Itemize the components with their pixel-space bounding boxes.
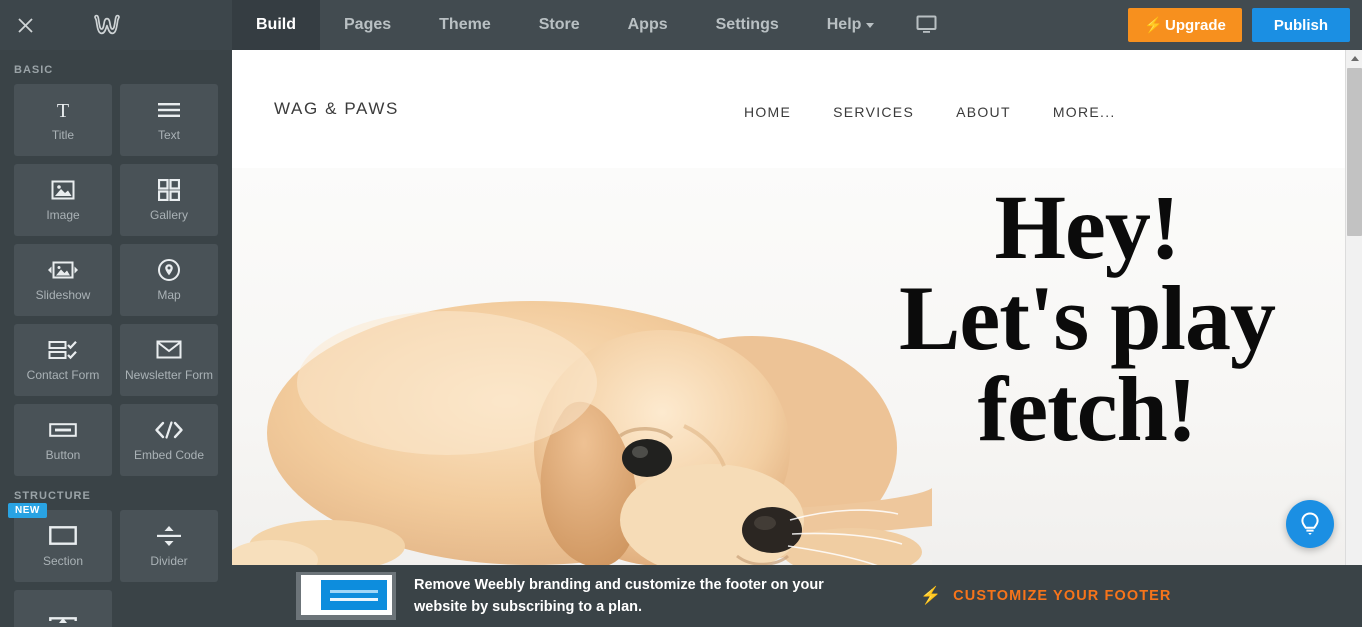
sidebar-item-contact-form-label: Contact Form xyxy=(26,367,100,382)
hero-heading-line-3: fetch! xyxy=(977,358,1198,461)
tab-build[interactable]: Build xyxy=(232,0,320,50)
upgrade-button[interactable]: ⚡ Upgrade xyxy=(1128,8,1242,42)
sidebar-item-title[interactable]: T Title xyxy=(14,84,112,156)
sidebar-item-divider[interactable]: Divider xyxy=(120,510,218,582)
topbar-actions: ⚡ Upgrade Publish xyxy=(1128,0,1362,50)
desktop-monitor-icon xyxy=(916,15,937,33)
sidebar-item-image[interactable]: Image xyxy=(14,164,112,236)
status-badge-new: NEW xyxy=(8,503,47,518)
main-tabs: Build Pages Theme Store Apps Settings He… xyxy=(232,0,958,50)
tab-store[interactable]: Store xyxy=(515,0,604,50)
tab-theme[interactable]: Theme xyxy=(415,0,515,50)
title-T-icon: T xyxy=(52,98,74,122)
spacer-icon xyxy=(49,614,77,627)
sidebar-item-partial[interactable] xyxy=(14,590,112,627)
sidebar-item-section-label: Section xyxy=(42,553,84,568)
sidebar-item-gallery-label: Gallery xyxy=(149,207,188,222)
text-lines-icon xyxy=(157,98,181,122)
site-nav: HOME SERVICES ABOUT MORE... xyxy=(744,98,1116,120)
envelope-icon xyxy=(156,338,182,362)
topbar-left-group xyxy=(0,0,232,50)
tab-help-label: Help xyxy=(826,16,862,33)
tab-apps-label: Apps xyxy=(627,16,668,33)
contact-form-icon xyxy=(48,338,78,362)
divider-arrows-icon xyxy=(156,524,182,548)
sidebar-item-image-label: Image xyxy=(46,207,80,222)
tab-store-label: Store xyxy=(538,16,580,33)
site-logo[interactable]: WAG & PAWS xyxy=(274,99,399,119)
scroll-up-arrow-icon[interactable] xyxy=(1346,50,1362,67)
elements-sidebar[interactable]: BASIC T Title Text Image Gallery Slidesh… xyxy=(0,50,232,627)
svg-text:T: T xyxy=(57,100,69,121)
customize-footer-link[interactable]: ⚡ CUSTOMIZE YOUR FOOTER xyxy=(920,586,1172,606)
sidebar-item-map-label: Map xyxy=(157,287,181,302)
gallery-grid-icon xyxy=(158,178,180,202)
upgrade-button-label: Upgrade xyxy=(1164,16,1226,34)
sidebar-item-slideshow-label: Slideshow xyxy=(35,287,91,302)
hero-heading-line-1: Hey! xyxy=(994,176,1180,278)
section-rect-icon xyxy=(49,524,77,548)
site-nav-item-home[interactable]: HOME xyxy=(744,104,791,120)
sidebar-item-button[interactable]: Button xyxy=(14,404,112,476)
publish-button-label: Publish xyxy=(1273,16,1328,34)
tab-apps[interactable]: Apps xyxy=(604,0,692,50)
tab-settings-label: Settings xyxy=(715,16,779,33)
close-icon[interactable] xyxy=(0,0,50,50)
help-tips-button[interactable] xyxy=(1286,500,1334,548)
lightbulb-icon xyxy=(1301,512,1319,535)
site-nav-item-services[interactable]: SERVICES xyxy=(833,104,914,120)
sidebar-item-newsletter-form-label: Newsletter Form xyxy=(124,367,213,382)
sidebar-item-contact-form[interactable]: Contact Form xyxy=(14,324,112,396)
slideshow-arrows-icon xyxy=(47,258,79,282)
sidebar-item-newsletter-form[interactable]: Newsletter Form xyxy=(120,324,218,396)
footer-upsell-banner: Remove Weebly branding and customize the… xyxy=(232,565,1362,627)
canvas-scrollbar[interactable] xyxy=(1345,50,1362,627)
scrollbar-thumb[interactable] xyxy=(1347,68,1362,236)
thumb-line-1 xyxy=(330,589,378,593)
weebly-logo-icon[interactable] xyxy=(92,13,122,37)
image-picture-icon xyxy=(51,178,75,202)
map-pin-icon xyxy=(157,258,181,282)
lightning-bolt-icon: ⚡ xyxy=(1144,16,1163,34)
sidebar-item-gallery[interactable]: Gallery xyxy=(120,164,218,236)
sidebar-item-slideshow[interactable]: Slideshow xyxy=(14,244,112,316)
tab-theme-label: Theme xyxy=(439,16,491,33)
hero-heading[interactable]: Hey! Let's play fetch! xyxy=(872,176,1302,461)
site-nav-item-about[interactable]: ABOUT xyxy=(956,104,1011,120)
sidebar-item-text-label: Text xyxy=(157,127,180,142)
thumb-line-2 xyxy=(330,597,378,601)
sidebar-item-section[interactable]: NEW Section xyxy=(8,503,112,582)
chevron-down-icon xyxy=(866,22,875,28)
tab-settings[interactable]: Settings xyxy=(692,0,803,50)
structure-elements-grid: NEW Section Divider xyxy=(0,503,232,627)
sidebar-section-basic-title: BASIC xyxy=(14,64,54,76)
top-toolbar: Build Pages Theme Store Apps Settings He… xyxy=(0,0,1362,50)
tab-pages-label: Pages xyxy=(344,16,392,33)
sidebar-item-divider-label: Divider xyxy=(150,553,188,568)
footer-preview-thumbnail xyxy=(296,572,396,620)
sidebar-item-map[interactable]: Map xyxy=(120,244,218,316)
lightning-bolt-icon: ⚡ xyxy=(920,586,942,605)
sidebar-item-embed-code[interactable]: Embed Code xyxy=(120,404,218,476)
embed-code-icon xyxy=(154,418,184,442)
site-preview-canvas[interactable]: WAG & PAWS HOME SERVICES ABOUT MORE... H… xyxy=(232,50,1362,627)
hero-heading-line-2: Let's play xyxy=(899,267,1276,370)
device-preview-selector[interactable] xyxy=(898,0,958,50)
hero-puppy-image[interactable] xyxy=(232,208,932,608)
hero-section[interactable]: Hey! Let's play fetch! xyxy=(232,168,1362,608)
banner-message: Remove Weebly branding and customize the… xyxy=(414,576,824,615)
customize-footer-label: CUSTOMIZE YOUR FOOTER xyxy=(953,588,1172,604)
tab-help[interactable]: Help xyxy=(803,0,899,50)
tab-build-label: Build xyxy=(256,16,296,33)
button-icon xyxy=(49,418,77,442)
sidebar-item-title-label: Title xyxy=(51,127,75,142)
site-nav-item-more[interactable]: MORE... xyxy=(1053,104,1116,120)
tab-pages[interactable]: Pages xyxy=(320,0,415,50)
sidebar-item-embed-code-label: Embed Code xyxy=(133,447,205,462)
publish-button[interactable]: Publish xyxy=(1251,8,1350,42)
site-header: WAG & PAWS HOME SERVICES ABOUT MORE... xyxy=(232,50,1362,168)
sidebar-item-text[interactable]: Text xyxy=(120,84,218,156)
sidebar-item-button-label: Button xyxy=(45,447,81,462)
basic-elements-grid: T Title Text Image Gallery Slideshow Map… xyxy=(0,84,232,476)
